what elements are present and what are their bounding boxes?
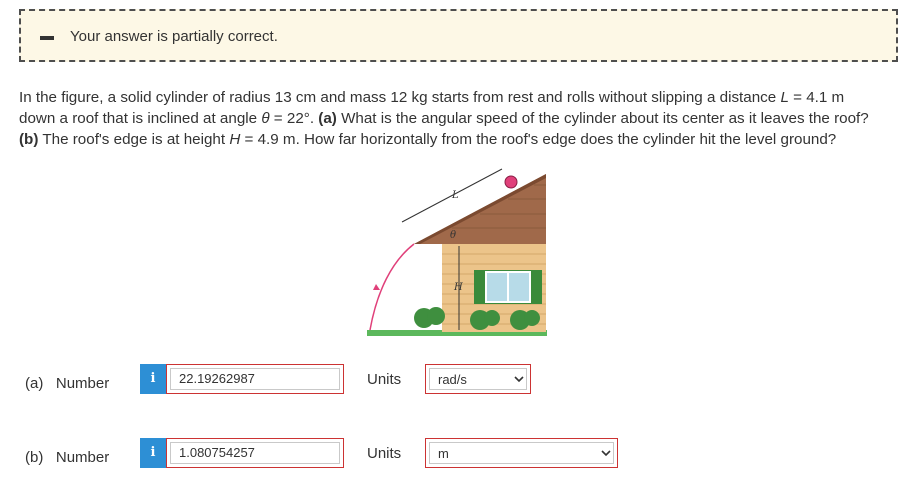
label-H: H — [453, 282, 463, 293]
part-a-label: (a) Number — [25, 375, 110, 392]
part-b-label: (b) Number — [25, 449, 110, 466]
units-select-a[interactable]: rad/s — [425, 364, 531, 394]
number-input-a[interactable]: 22.19262987 — [170, 368, 340, 390]
cylinder — [504, 175, 518, 189]
chevron-down-icon — [601, 450, 611, 457]
units-select-b[interactable]: m — [425, 438, 618, 468]
units-label-b: Units — [367, 445, 402, 462]
feedback-banner: Your answer is partially correct. — [19, 9, 898, 62]
answer-row-b: (b) Number i 1.080754257 Units m — [0, 438, 920, 478]
label-theta: θ — [450, 230, 456, 241]
number-field-b[interactable]: 1.080754257 — [166, 438, 344, 468]
units-select-value-a[interactable]: rad/s — [429, 368, 527, 390]
number-field-a[interactable]: 22.19262987 — [166, 364, 344, 394]
feedback-message: Your answer is partially correct. — [70, 28, 278, 45]
house-roof-figure: L θ H — [367, 168, 547, 336]
question-text: In the figure, a solid cylinder of radiu… — [19, 89, 869, 148]
number-input-b[interactable]: 1.080754257 — [170, 442, 340, 464]
info-icon[interactable]: i — [140, 438, 166, 468]
units-select-value-b[interactable]: m — [429, 442, 614, 464]
info-icon[interactable]: i — [140, 364, 166, 394]
units-label-a: Units — [367, 371, 402, 388]
chevron-down-icon — [514, 376, 524, 383]
label-L: L — [451, 190, 459, 201]
answer-row-a: (a) Number i 22.19262987 Units rad/s — [0, 364, 920, 404]
partial-icon — [40, 36, 54, 40]
